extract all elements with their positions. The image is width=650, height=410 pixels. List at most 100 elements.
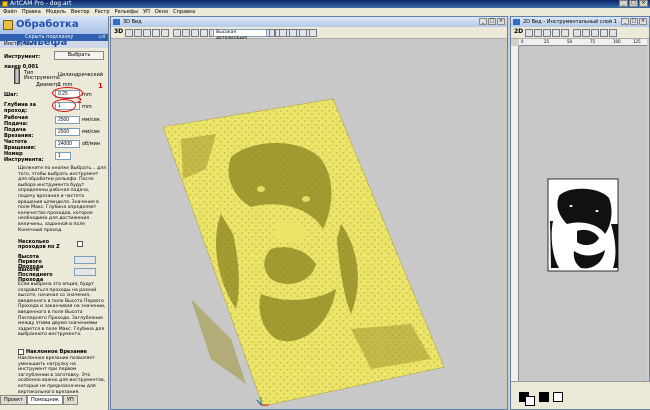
view-2d-canvas[interactable] [519,46,647,386]
fit-2d-icon[interactable] [561,29,569,37]
layers-2d-icon[interactable] [591,29,599,37]
menu-vector[interactable]: Вектор [71,8,90,16]
tab-assistant[interactable]: Помощник [27,395,63,405]
close-button[interactable]: × [639,0,648,7]
spindle-speed-unit: об/мин [82,141,101,147]
spindle-speed-input[interactable] [55,140,80,148]
fit-icon[interactable] [161,29,169,37]
bitmap-preview [547,178,619,272]
camera-icon[interactable] [309,29,317,37]
tool-type-label: Тип Инструмента: [24,70,61,81]
maximize-button[interactable]: □ [629,0,638,7]
multi-pass-checkbox[interactable] [77,241,83,247]
first-pass-input[interactable] [74,256,96,264]
ruler-tick-3: 75 [590,39,596,44]
view-iso-icon[interactable] [173,29,181,37]
view-front-icon[interactable] [191,29,199,37]
zoom-icon[interactable] [125,29,133,37]
view-2d-window: 2D Вид - Инструментальный слой 1 _ □ × 2… [510,16,650,410]
view-top-icon[interactable] [182,29,190,37]
zoom-out-icon[interactable] [143,29,151,37]
help-text-tool: Щелкните по кнопке Выбрать... для того, … [18,166,106,233]
zoom-out-2d-icon[interactable] [543,29,551,37]
menu-file[interactable]: Файл [3,8,17,16]
tool-type-value: Цилиндрический [58,72,104,78]
feed-label: Рабочая Подача: [4,115,28,127]
step-unit: mm [82,92,92,98]
view-2d-close-button[interactable]: × [639,18,647,25]
zoom-in-2d-icon[interactable] [534,29,542,37]
view-3d-canvas[interactable] [111,39,507,409]
panel-header: Обработка Рельефа [0,16,108,48]
rulers-2d-icon[interactable] [609,29,617,37]
hide-help-bar[interactable]: Скрыть подсказку ▫× [0,34,108,41]
ruler-tick-4: 100 [613,39,621,44]
menu-edit[interactable]: Правка [22,8,41,16]
relief-3d-render [162,98,445,407]
select-tool-button[interactable]: Выбрать [54,51,104,60]
pan-icon[interactable] [152,29,160,37]
grid-2d-icon[interactable] [573,29,581,37]
view-left-icon[interactable] [200,29,208,37]
black-swatch[interactable] [539,392,549,402]
view-2d-titlebar[interactable]: 2D Вид - Инструментальный слой 1 _ □ × [511,17,649,27]
view-3d-window: 3D Вид _ □ × 3D Высокая детализация [110,16,508,410]
tab-project[interactable]: Проект [0,395,28,405]
pin-icon[interactable]: ▫× [98,34,106,41]
ruler-tick-1: 25 [544,39,550,44]
texture-icon[interactable] [279,29,287,37]
view-3d-maximize-button[interactable]: □ [488,18,496,25]
detail-level-dropdown-icon[interactable] [269,29,275,37]
color-swatches [511,381,650,409]
menu-help[interactable]: Справка [173,8,195,16]
view-3d-titlebar[interactable]: 3D Вид _ □ × [111,17,507,27]
spindle-speed-label: Частота Вращения: [4,139,36,151]
multi-pass-label: Несколько проходов по Z [18,239,60,250]
hide-help-link[interactable]: Скрыть подсказку [25,34,73,40]
menu-window[interactable]: Окно [155,8,168,16]
relief-icon [3,20,13,30]
guides-2d-icon[interactable] [600,29,608,37]
ramp-label: Наклонное Врезание [26,349,87,355]
app-title: ArtCAM Pro - dog.art [10,0,72,7]
menu-bitmap[interactable]: Растр [95,8,110,16]
ruler-vertical [511,46,519,386]
tool-number-input[interactable] [55,152,71,160]
depth-label: Глубина за проход: [4,102,36,114]
secondary-color-swatch[interactable] [525,396,535,406]
ruler-tick-5: 125 [633,39,641,44]
white-swatch[interactable] [553,392,563,402]
ruler-horizontal: 0 25 50 75 100 125 [519,39,647,46]
view-2d-minimize-button[interactable]: _ [621,18,629,25]
minimize-button[interactable]: _ [619,0,628,7]
lamp-icon[interactable] [289,29,297,37]
menu-relief[interactable]: Рельефы [115,8,139,16]
ramp-checkbox[interactable] [18,349,24,355]
annotation-number-1: 1 [98,82,103,90]
ruler-tick-0: 0 [521,39,524,44]
tab-toolpaths[interactable]: УП [62,395,78,405]
view-2d-title: 2D Вид - Инструментальный слой 1 [523,19,617,25]
relief-machining-panel: Обработка Рельефа Скрыть подсказку ▫× Ин… [0,16,109,410]
view-3d-title: 3D Вид [123,19,142,25]
plunge-label: Подача Врезания: [4,127,34,139]
zoom-in-icon[interactable] [134,29,142,37]
plunge-input[interactable] [55,128,80,136]
pan-2d-icon[interactable] [552,29,560,37]
help-text-ramp: Наклонное врезание позволяет уменьшить н… [18,356,106,395]
detail-level-select[interactable]: Высокая детализация [213,29,267,41]
annotation-circle-2 [52,99,76,112]
view-2d-icon [513,19,520,25]
view-3d-minimize-button[interactable]: _ [479,18,487,25]
app-titlebar: ArtCAM Pro - dog.art _ □ × [0,0,650,8]
snap-2d-icon[interactable] [582,29,590,37]
view-3d-close-button[interactable]: × [497,18,505,25]
last-pass-label: Высота Последнего Прохода [18,267,53,283]
menu-model[interactable]: Модель [46,8,66,16]
zoom-2d-icon[interactable] [525,29,533,37]
color-icon[interactable] [299,29,307,37]
view-2d-maximize-button[interactable]: □ [630,18,638,25]
feed-input[interactable] [55,116,80,124]
last-pass-input[interactable] [74,268,96,276]
menu-toolpaths[interactable]: УП [143,8,150,16]
